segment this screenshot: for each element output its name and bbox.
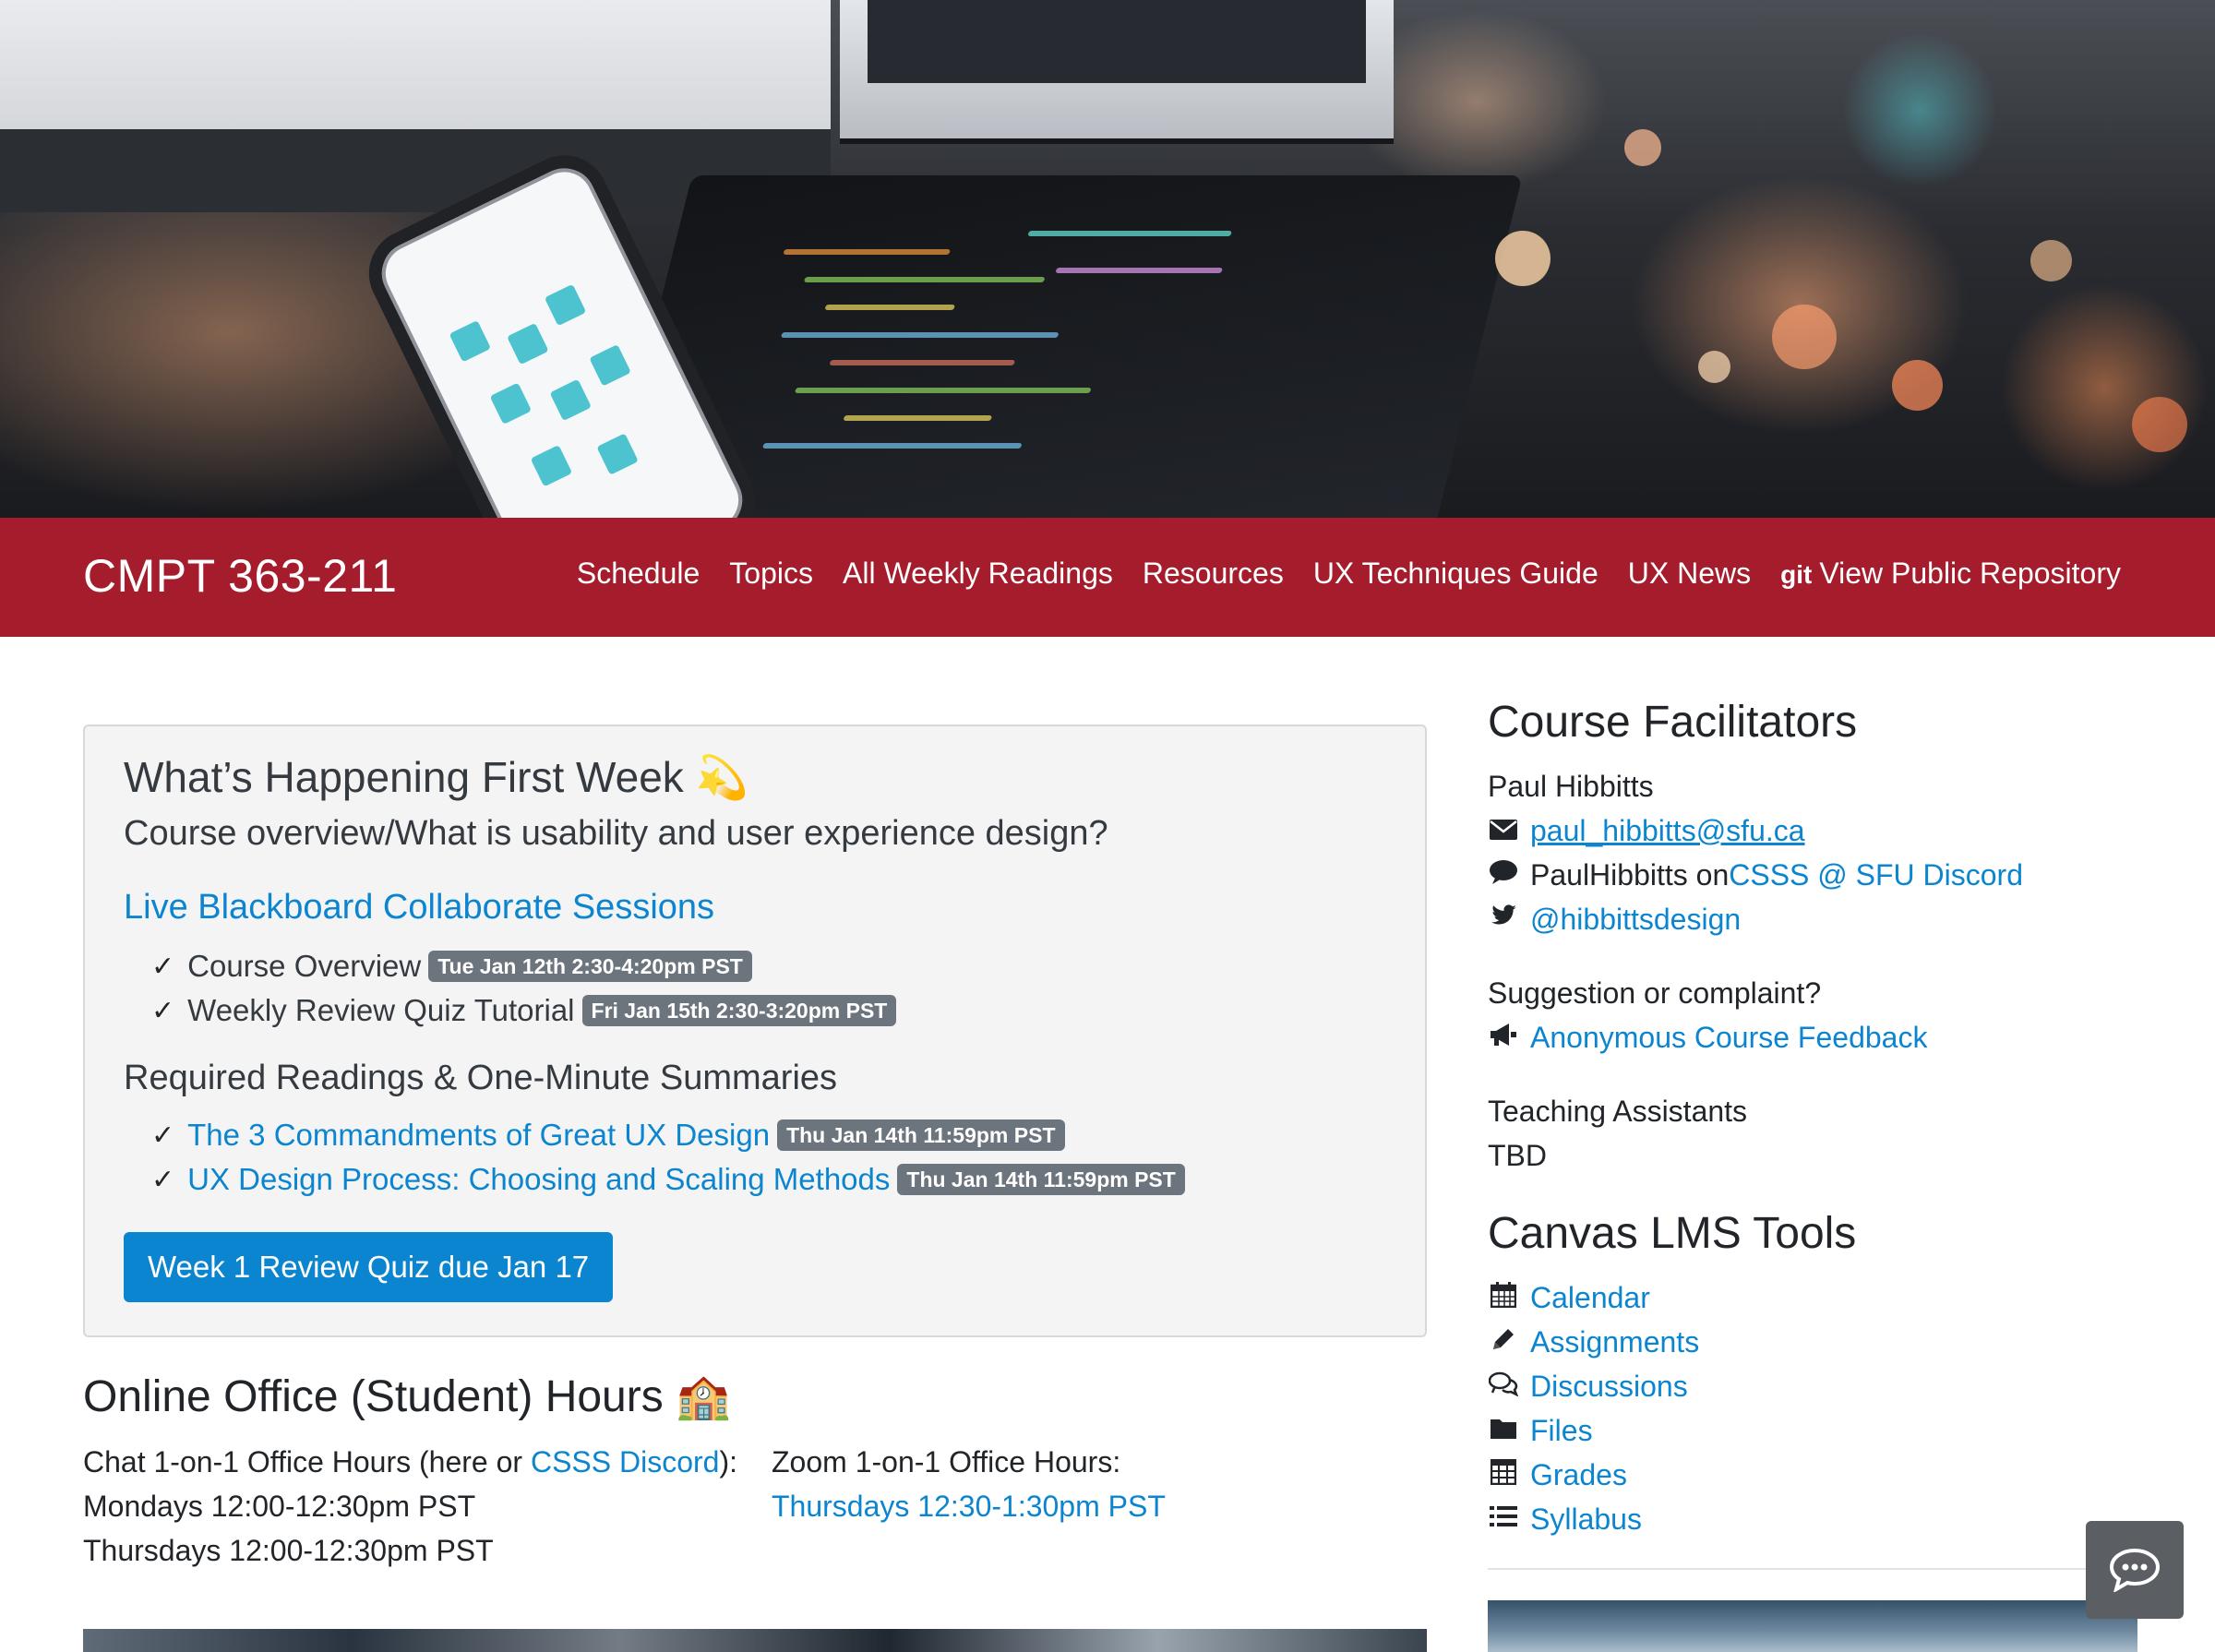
feedback-row: Anonymous Course Feedback [1488, 1021, 1927, 1055]
canvas-tool-files[interactable]: Files [1488, 1414, 1593, 1448]
discord-prefix: PaulHibbitts on [1530, 858, 1730, 892]
chat-time: Mondays 12:00-12:30pm PST [83, 1490, 476, 1523]
canvas-tools-heading: Canvas LMS Tools [1488, 1209, 1857, 1258]
canvas-tool-label[interactable]: Grades [1530, 1458, 1627, 1492]
first-week-panel: What’s Happening First Week 💫 Course ove… [83, 724, 1427, 1337]
twitter-icon [1488, 904, 1519, 935]
check-icon: ✓ [151, 995, 175, 1026]
pencil-icon [1488, 1326, 1519, 1359]
email-row: paul_hibbitts@sfu.ca [1488, 814, 1805, 848]
discord-row: PaulHibbitts on CSSS @ SFU Discord [1488, 858, 2023, 892]
chat-widget-button[interactable] [2086, 1521, 2184, 1619]
reading-link[interactable]: The 3 Commandments of Great UX Design [187, 1118, 770, 1153]
facilitator-name: Paul Hibbitts [1488, 770, 1654, 803]
nav-view-public-repository[interactable]: git View Public Repository [1780, 557, 2121, 591]
nav-schedule[interactable]: Schedule [577, 557, 700, 591]
check-icon: ✓ [151, 1119, 175, 1151]
live-sessions-link[interactable]: Live Blackboard Collaborate Sessions [124, 888, 714, 928]
envelope-icon [1488, 817, 1519, 846]
first-week-title: What’s Happening First Week 💫 [124, 753, 748, 801]
zoom-office-hours: Zoom 1-on-1 Office Hours: Thursdays 12:3… [772, 1440, 1166, 1528]
office-hours-heading: Online Office (Student) Hours 🏫 [83, 1372, 731, 1421]
canvas-tool-label[interactable]: Syllabus [1530, 1502, 1642, 1537]
list-icon [1488, 1504, 1519, 1535]
nav-ux-techniques-guide[interactable]: UX Techniques Guide [1313, 557, 1598, 591]
sidebar-image [1488, 1600, 2137, 1652]
megaphone-icon [1488, 1023, 1519, 1053]
ta-value: TBD [1488, 1139, 1547, 1172]
session-label: Weekly Review Quiz Tutorial [187, 993, 575, 1027]
comments-icon [1488, 1371, 1519, 1403]
twitter-link[interactable]: @hibbittsdesign [1530, 903, 1741, 937]
folder-icon [1488, 1416, 1519, 1446]
facilitators-heading: Course Facilitators [1488, 698, 1858, 747]
csss-discord-link[interactable]: CSSS Discord [531, 1445, 720, 1478]
nav-resources[interactable]: Resources [1143, 557, 1284, 591]
canvas-tool-grades[interactable]: Grades [1488, 1458, 1627, 1492]
chat-label-suffix: ): [719, 1445, 737, 1478]
suggestion-label: Suggestion or complaint? [1488, 976, 1822, 1010]
speech-bubble-icon [1488, 860, 1519, 891]
reading-link[interactable]: UX Design Process: Choosing and Scaling … [187, 1162, 890, 1197]
session-item: ✓ Course Overview Tue Jan 12th 2:30-4:20… [151, 949, 752, 984]
session-item: ✓ Weekly Review Quiz Tutorial Fri Jan 15… [151, 993, 897, 1028]
git-icon: git [1780, 560, 1813, 589]
session-label: Course Overview [187, 949, 422, 983]
first-week-subtitle: Course overview/What is usability and us… [124, 814, 1108, 853]
chat-bubble-icon [2109, 1548, 2161, 1592]
nav-all-weekly-readings[interactable]: All Weekly Readings [843, 557, 1113, 591]
anonymous-feedback-link[interactable]: Anonymous Course Feedback [1530, 1021, 1927, 1055]
date-badge: Tue Jan 12th 2:30-4:20pm PST [428, 951, 752, 982]
week1-quiz-button[interactable]: Week 1 Review Quiz due Jan 17 [124, 1232, 614, 1302]
nav-ux-news[interactable]: UX News [1628, 557, 1751, 591]
check-icon: ✓ [151, 951, 175, 982]
canvas-tool-label[interactable]: Assignments [1530, 1325, 1699, 1359]
chat-time: Thursdays 12:00-12:30pm PST [83, 1534, 494, 1567]
date-badge: Thu Jan 14th 11:59pm PST [897, 1164, 1185, 1195]
nav-topics[interactable]: Topics [729, 557, 813, 591]
canvas-tool-discussions[interactable]: Discussions [1488, 1370, 1688, 1404]
hero-monitor-right [840, 0, 1394, 144]
readings-heading: Required Readings & One-Minute Summaries [124, 1059, 838, 1097]
chat-label: Chat 1-on-1 Office Hours (here or [83, 1445, 531, 1478]
chat-office-hours: Chat 1-on-1 Office Hours (here or CSSS D… [83, 1440, 737, 1573]
table-icon [1488, 1458, 1519, 1491]
site-brand[interactable]: CMPT 363-211 [83, 549, 397, 603]
canvas-tool-syllabus[interactable]: Syllabus [1488, 1502, 1642, 1537]
canvas-tool-assignments[interactable]: Assignments [1488, 1325, 1699, 1359]
date-badge: Fri Jan 15th 2:30-3:20pm PST [581, 995, 897, 1026]
discord-link[interactable]: CSSS @ SFU Discord [1729, 858, 2023, 892]
ta-label: Teaching Assistants [1488, 1095, 1748, 1128]
sidebar-divider [1488, 1568, 2134, 1570]
zoom-label: Zoom 1-on-1 Office Hours: [772, 1445, 1121, 1478]
canvas-tool-calendar[interactable]: Calendar [1488, 1281, 1650, 1315]
zoom-hours-link[interactable]: Thursdays 12:30-1:30pm PST [772, 1490, 1166, 1523]
twitter-row: @hibbittsdesign [1488, 903, 1741, 937]
content-image [83, 1629, 1427, 1652]
main-nav: Schedule Topics All Weekly Readings Reso… [577, 557, 2121, 591]
email-link[interactable]: paul_hibbitts@sfu.ca [1530, 814, 1805, 848]
top-navbar: CMPT 363-211 Schedule Topics All Weekly … [0, 518, 2215, 637]
date-badge: Thu Jan 14th 11:59pm PST [777, 1119, 1065, 1151]
canvas-tool-label[interactable]: Calendar [1530, 1281, 1650, 1315]
reading-item: ✓ UX Design Process: Choosing and Scalin… [151, 1162, 1185, 1197]
canvas-tool-label[interactable]: Files [1530, 1414, 1593, 1448]
calendar-icon [1488, 1282, 1519, 1314]
canvas-tool-label[interactable]: Discussions [1530, 1370, 1688, 1404]
nav-view-public-repository-label: View Public Repository [1819, 557, 2121, 590]
reading-item: ✓ The 3 Commandments of Great UX Design … [151, 1118, 1065, 1153]
check-icon: ✓ [151, 1164, 175, 1195]
hero-image [0, 0, 2215, 518]
